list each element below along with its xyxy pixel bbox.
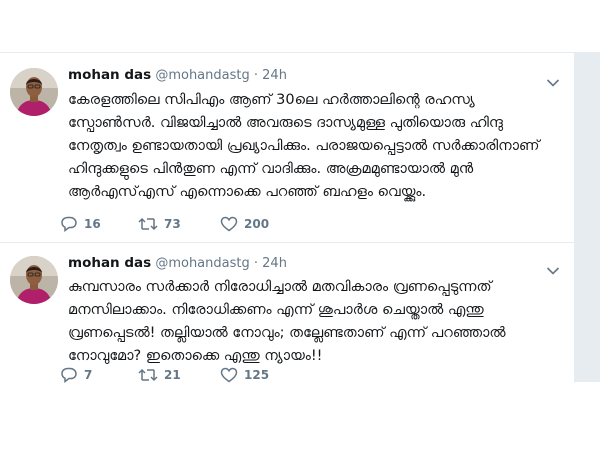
author-handle[interactable]: @mohandastg	[155, 256, 249, 271]
tweet[interactable]: mohan das @mohandastg · 24h കേരളത്തിലെ സ…	[0, 53, 574, 243]
reply-button[interactable]: 16	[60, 213, 101, 235]
retweet-count: 21	[164, 368, 181, 382]
retweet-count: 73	[164, 217, 181, 231]
tweet-timeline: mohan das @mohandastg · 24h കേരളത്തിലെ സ…	[0, 52, 575, 383]
avatar[interactable]	[10, 256, 58, 304]
tweet-actions: 16 73 200	[60, 213, 540, 235]
retweet-button[interactable]: 73	[138, 213, 181, 235]
separator-dot: ·	[253, 256, 259, 271]
author-name[interactable]: mohan das	[68, 255, 151, 271]
tweet-text: കേരളത്തിലെ സിപിഎം ആണ് 30ലെ ഹർത്താലിന്റെ …	[68, 92, 540, 200]
like-count: 200	[244, 217, 270, 231]
author-handle[interactable]: @mohandastg	[155, 68, 249, 83]
chevron-down-icon[interactable]	[546, 261, 560, 275]
retweet-button[interactable]: 21	[138, 364, 181, 383]
scroll-gutter	[575, 52, 600, 382]
author-name[interactable]: mohan das	[68, 67, 151, 83]
chevron-down-icon[interactable]	[546, 73, 560, 87]
like-button[interactable]: 200	[220, 213, 269, 235]
reply-button[interactable]: 7	[60, 364, 92, 383]
tweet-actions: 7 21 125	[60, 364, 540, 383]
tweet-header: mohan das @mohandastg · 24h	[68, 255, 287, 275]
separator-dot: ·	[253, 68, 259, 83]
reply-count: 7	[84, 368, 93, 382]
retweet-icon	[138, 217, 158, 231]
heart-icon	[220, 367, 238, 383]
heart-icon	[220, 216, 238, 232]
tweet-text: കുമ്പസാരം സർക്കാർ നിരോധിച്ചാൽ മതവികാരം വ…	[68, 279, 506, 364]
like-count: 125	[244, 368, 270, 382]
tweet[interactable]: mohan das @mohandastg · 24h കുമ്പസാരം സർ…	[0, 244, 574, 383]
reply-count: 16	[84, 217, 101, 231]
timestamp[interactable]: 24h	[262, 68, 287, 83]
avatar[interactable]	[10, 68, 58, 116]
tweet-header: mohan das @mohandastg · 24h	[68, 67, 287, 87]
timestamp[interactable]: 24h	[262, 256, 287, 271]
screenshot-canvas: mohan das @mohandastg · 24h കേരളത്തിലെ സ…	[0, 0, 600, 450]
reply-icon	[61, 216, 77, 232]
retweet-icon	[138, 368, 158, 382]
like-button[interactable]: 125	[220, 364, 269, 383]
reply-icon	[61, 367, 77, 383]
